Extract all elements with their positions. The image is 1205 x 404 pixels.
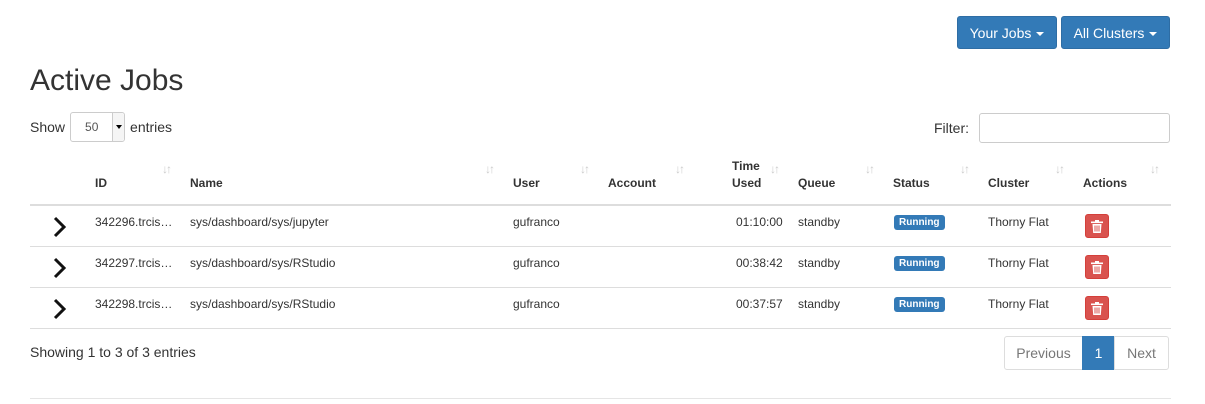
your-jobs-dropdown-button[interactable]: Your Jobs — [957, 16, 1057, 49]
time-used-line1: Time — [732, 159, 760, 173]
column-header-user[interactable]: User — [513, 175, 540, 192]
column-header-account[interactable]: Account — [608, 175, 656, 192]
entries-length-control: Show 50 entries — [30, 112, 172, 142]
sort-icon: ↓↑ — [485, 162, 495, 176]
job-queue: standby — [798, 256, 841, 270]
job-user: gufranco — [513, 297, 560, 311]
trash-icon — [1091, 301, 1103, 315]
job-user: gufranco — [513, 256, 560, 270]
sort-icon: ↓↑ — [162, 162, 172, 176]
time-used-line2: Used — [732, 176, 762, 190]
column-header-name[interactable]: Name — [190, 175, 223, 192]
status-badge: Running — [894, 215, 945, 230]
chevron-right-icon[interactable] — [52, 215, 68, 239]
table-info-text: Showing 1 to 3 of 3 entries — [30, 344, 196, 360]
delete-job-button[interactable] — [1085, 214, 1109, 238]
select-arrow-icon — [112, 113, 125, 141]
trash-icon — [1091, 260, 1103, 274]
chevron-right-icon[interactable] — [52, 256, 68, 280]
entries-per-page-value: 50 — [85, 120, 99, 134]
sort-icon: ↓↑ — [1055, 162, 1065, 176]
caret-down-icon — [1149, 31, 1158, 36]
table-header: ID ↓↑ Name ↓↑ User ↓↑ Account ↓↑ Time Us… — [30, 154, 1171, 206]
sort-icon: ↓↑ — [580, 162, 590, 176]
job-cluster: Thorny Flat — [988, 297, 1049, 311]
filter-label: Filter: — [934, 120, 969, 136]
job-id: 342297.trcis… — [95, 256, 173, 270]
pagination: Previous 1 Next — [1004, 336, 1169, 370]
filter-input[interactable] — [979, 113, 1170, 143]
column-header-cluster[interactable]: Cluster — [988, 175, 1029, 192]
delete-job-button[interactable] — [1085, 296, 1109, 320]
column-header-actions[interactable]: Actions — [1083, 175, 1127, 192]
filter-control: Filter: — [934, 113, 1170, 143]
job-id: 342298.trcis… — [95, 297, 173, 311]
trash-icon — [1091, 219, 1103, 233]
sort-icon: ↓↑ — [865, 162, 875, 176]
jobs-table: ID ↓↑ Name ↓↑ User ↓↑ Account ↓↑ Time Us… — [30, 154, 1171, 329]
job-cluster: Thorny Flat — [988, 215, 1049, 229]
table-row: 342298.trcis… sys/dashboard/sys/RStudio … — [30, 288, 1171, 329]
all-clusters-label: All Clusters — [1073, 24, 1145, 41]
entries-label: entries — [130, 119, 173, 135]
job-id: 342296.trcis… — [95, 215, 173, 229]
chevron-right-icon[interactable] — [52, 297, 68, 321]
delete-job-button[interactable] — [1085, 255, 1109, 279]
entries-per-page-select[interactable]: 50 — [70, 112, 126, 142]
job-time-used: 00:38:42 — [736, 256, 783, 270]
page-1-button[interactable]: 1 — [1082, 336, 1115, 370]
page-title: Active Jobs — [30, 64, 184, 97]
job-name: sys/dashboard/sys/RStudio — [190, 297, 336, 311]
job-queue: standby — [798, 215, 841, 229]
column-header-id[interactable]: ID — [95, 175, 107, 192]
job-time-used: 00:37:57 — [736, 297, 783, 311]
job-cluster: Thorny Flat — [988, 256, 1049, 270]
job-queue: standby — [798, 297, 841, 311]
job-time-used: 01:10:00 — [736, 215, 783, 229]
show-label: Show — [30, 119, 66, 135]
caret-down-icon — [1036, 31, 1045, 36]
column-header-status[interactable]: Status — [893, 175, 930, 192]
previous-page-button[interactable]: Previous — [1004, 336, 1083, 370]
column-header-queue[interactable]: Queue — [798, 175, 835, 192]
column-header-time-used[interactable]: Time Used — [732, 158, 761, 192]
status-badge: Running — [894, 297, 945, 312]
sort-icon: ↓↑ — [770, 162, 780, 176]
sort-icon: ↓↑ — [1150, 162, 1160, 176]
sort-icon: ↓↑ — [960, 162, 970, 176]
your-jobs-label: Your Jobs — [969, 24, 1032, 41]
footer-divider — [30, 398, 1171, 399]
next-page-button[interactable]: Next — [1114, 336, 1169, 370]
all-clusters-dropdown-button[interactable]: All Clusters — [1061, 16, 1170, 49]
job-name: sys/dashboard/sys/RStudio — [190, 256, 336, 270]
table-row: 342297.trcis… sys/dashboard/sys/RStudio … — [30, 247, 1171, 288]
job-user: gufranco — [513, 215, 560, 229]
job-name: sys/dashboard/sys/jupyter — [190, 215, 329, 229]
sort-icon: ↓↑ — [675, 162, 685, 176]
table-row: 342296.trcis… sys/dashboard/sys/jupyter … — [30, 206, 1171, 247]
status-badge: Running — [894, 256, 945, 271]
